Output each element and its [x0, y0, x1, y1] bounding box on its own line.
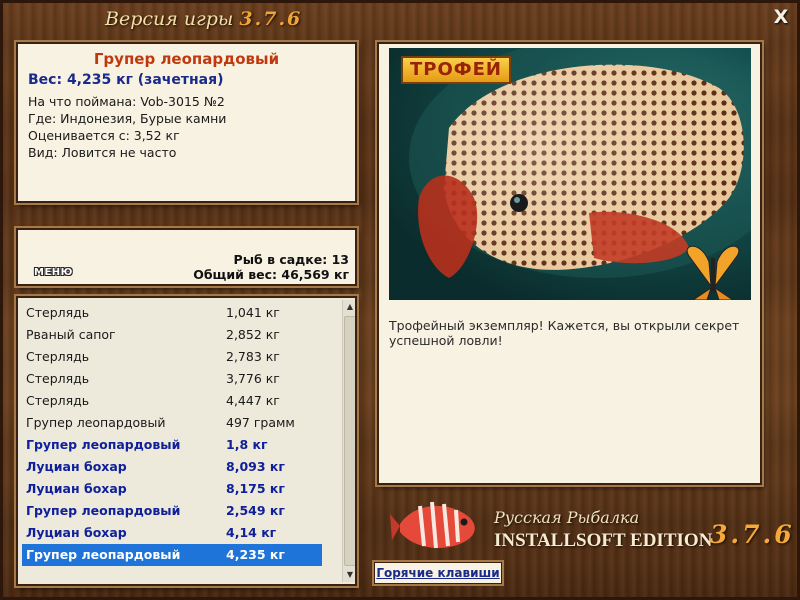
catch-list-row[interactable]: Луциан бохар 8,175 кг — [22, 478, 322, 500]
catch-fish-name: Групер леопардовый — [26, 547, 181, 562]
catch-list-row[interactable]: Групер леопардовый 497 грамм — [22, 412, 322, 434]
trophy-fish-photo: ТРОФЕЙ — [389, 48, 751, 300]
catch-fish-name: Луциан бохар — [26, 481, 127, 496]
list-scrollbar[interactable]: ▲ ▼ — [342, 300, 355, 582]
catch-list: Стерлядь 1,041 кг Рваный сапог 2,852 кг Стер… — [22, 302, 322, 582]
catch-fish-name: Луциан бохар — [26, 459, 127, 474]
catch-list-row[interactable]: Луциан бохар 4,14 кг — [22, 522, 322, 544]
catch-fish-name: Групер леопардовый — [26, 503, 181, 518]
catch-list-row[interactable]: Стерлядь 2,783 кг — [22, 346, 322, 368]
catch-fish-weight: 4,235 кг — [226, 547, 285, 562]
fish-details: На что поймана: Vob-3015 №2 Где: Индонез… — [28, 94, 345, 160]
catch-fish-name: Групер леопардовый — [26, 415, 166, 430]
catch-fish-weight: 4,447 кг — [226, 393, 280, 408]
catch-fish-weight: 497 грамм — [226, 415, 295, 430]
version-title: Версия игры 3.7.6 — [105, 8, 302, 36]
catch-fish-name: Стерлядь — [26, 305, 90, 320]
fish-info-panel: Групер леопардовый Вес: 4,235 кг (зачетн… — [16, 42, 357, 203]
catch-fish-name: Групер леопардовый — [26, 437, 181, 452]
location-line: Где: Индонезия, Бурые камни — [28, 111, 227, 126]
game-brand: Русская Рыбалка INSTALLSOFT EDITION 3.7.… — [390, 494, 792, 564]
catch-fish-weight: 8,175 кг — [226, 481, 285, 496]
brand-version: 3.7.6 — [710, 520, 795, 549]
catch-list-row[interactable]: Групер леопардовый 2,549 кг — [22, 500, 322, 522]
scroll-thumb[interactable] — [344, 316, 355, 566]
catch-fish-weight: 3,776 кг — [226, 371, 280, 386]
catch-fish-weight: 1,8 кг — [226, 437, 268, 452]
trophy-panel: ТРОФЕЙ Трофейный экземпляр! Кажется, вы … — [377, 42, 762, 485]
total-weight: Общий вес: 46,569 кг — [193, 267, 349, 282]
scroll-down-icon[interactable]: ▼ — [343, 568, 355, 582]
hotkeys-button[interactable]: Горячие клавиши — [374, 562, 502, 584]
fish-name: Групер леопардовый — [93, 50, 280, 68]
catch-fish-name: Стерлядь — [26, 393, 90, 408]
catch-fish-name: Стерлядь — [26, 349, 90, 364]
catch-fish-weight: 2,783 кг — [226, 349, 280, 364]
version-title-text: Версия игры — [105, 8, 234, 30]
catch-fish-weight: 2,852 кг — [226, 327, 280, 342]
catch-list-row[interactable]: Луциан бохар 8,093 кг — [22, 456, 322, 478]
butterfly-icon — [686, 245, 740, 300]
trophy-badge: ТРОФЕЙ — [401, 56, 511, 84]
catch-list-row[interactable]: Стерлядь 3,776 кг — [22, 368, 322, 390]
catch-list-row[interactable]: Групер леопардовый 1,8 кг — [22, 434, 322, 456]
catch-fish-weight: 4,14 кг — [226, 525, 277, 540]
catch-fish-weight: 8,093 кг — [226, 459, 285, 474]
close-button[interactable]: X — [770, 6, 792, 28]
valuation-line: Оценивается с: 3,52 кг — [28, 128, 180, 143]
brand-edition: INSTALLSOFT EDITION — [494, 530, 713, 551]
menu-button[interactable]: МЕНЮ — [34, 266, 78, 280]
catch-list-row[interactable]: Стерлядь 4,447 кг — [22, 390, 322, 412]
scroll-up-icon[interactable]: ▲ — [343, 300, 355, 314]
grouper-fish-image — [409, 48, 751, 300]
catch-list-row[interactable]: Стерлядь 1,041 кг — [22, 302, 322, 324]
trophy-message: Трофейный экземпляр! Кажется, вы открыли… — [389, 318, 740, 348]
bait-line: На что поймана: Vob-3015 №2 — [28, 94, 225, 109]
brand-fish-logo-icon — [390, 501, 475, 549]
fish-weight: Вес: 4,235 кг (зачетная) — [28, 72, 224, 88]
catch-fish-name: Стерлядь — [26, 371, 90, 386]
brand-title: Русская Рыбалка — [494, 508, 640, 527]
catch-fish-weight: 1,041 кг — [226, 305, 280, 320]
catch-list-panel: Стерлядь 1,041 кг Рваный сапог 2,852 кг Стер… — [16, 296, 357, 586]
fish-count: Рыб в садке: 13 — [233, 252, 349, 267]
catch-list-row[interactable]: Рваный сапог 2,852 кг — [22, 324, 322, 346]
catch-fish-name: Рваный сапог — [26, 327, 116, 342]
catch-fish-weight: 2,549 кг — [226, 503, 285, 518]
species-line: Вид: Ловится не часто — [28, 145, 177, 160]
keepnet-stats-panel: МЕНЮ Рыб в садке: 13 Общий вес: 46,569 к… — [16, 228, 357, 286]
version-number: 3.7.6 — [239, 8, 303, 30]
keepnet-stats: Рыб в садке: 13 Общий вес: 46,569 кг — [193, 252, 349, 282]
catch-fish-name: Луциан бохар — [26, 525, 127, 540]
catch-list-row[interactable]: Групер леопардовый 4,235 кг — [22, 544, 322, 566]
